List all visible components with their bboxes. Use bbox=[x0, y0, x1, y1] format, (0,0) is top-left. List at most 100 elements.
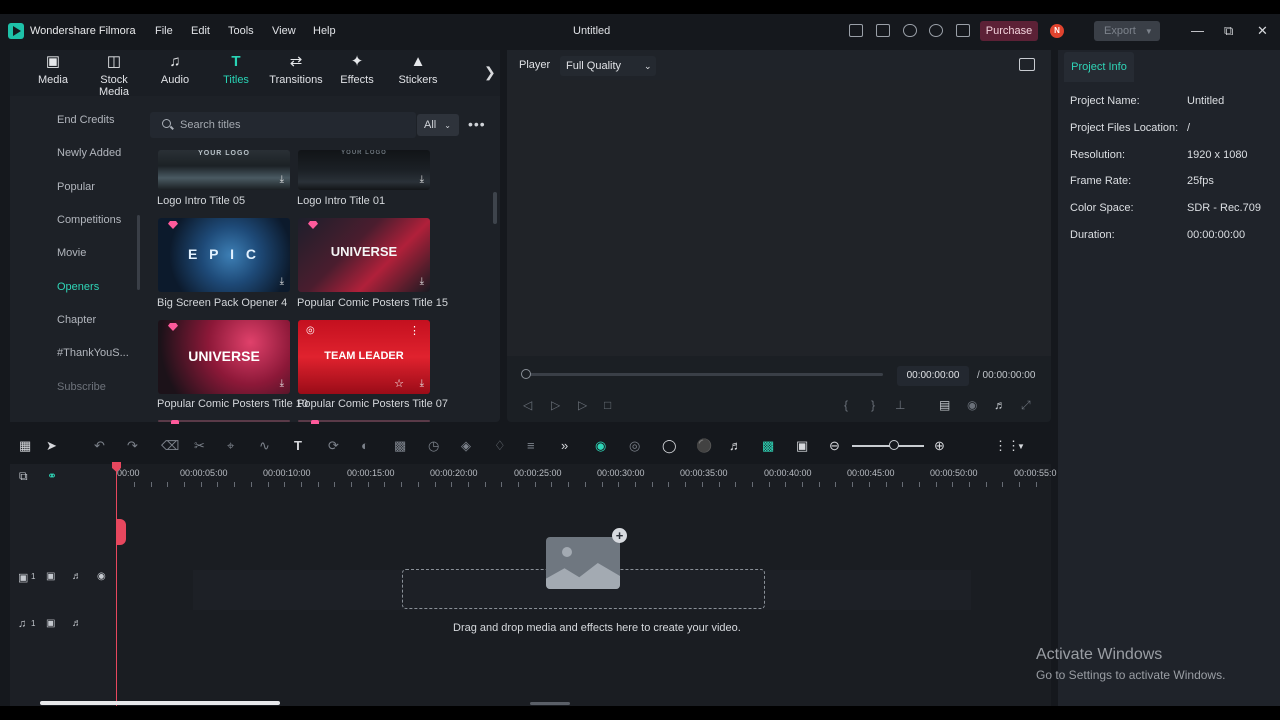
rotate-icon[interactable]: ⟳ bbox=[328, 438, 339, 454]
mute-icon[interactable]: ♬ bbox=[72, 571, 82, 582]
redo-icon[interactable]: ↷ bbox=[127, 438, 138, 454]
download-icon[interactable]: ⤓ bbox=[420, 174, 424, 185]
link-icon[interactable]: ⚭ bbox=[47, 469, 57, 483]
headset-icon[interactable] bbox=[929, 24, 943, 37]
menu-edit[interactable]: Edit bbox=[191, 25, 210, 37]
minimize-icon[interactable]: — bbox=[1191, 23, 1204, 38]
menu-tools[interactable]: Tools bbox=[228, 25, 254, 37]
download-icon[interactable]: ⤓ bbox=[280, 174, 284, 185]
next-frame-icon[interactable]: ▷ bbox=[551, 398, 560, 412]
clip-marker-icon[interactable]: ⊥ bbox=[895, 398, 905, 412]
crop-icon[interactable]: ⌖ bbox=[227, 438, 234, 454]
sidebar-item-end-credits[interactable]: End Credits bbox=[57, 114, 114, 126]
search-input[interactable] bbox=[180, 116, 380, 134]
download-icon[interactable]: ⤓ bbox=[280, 276, 284, 287]
keyframe-icon[interactable]: ◈ bbox=[461, 438, 471, 454]
progress-knob[interactable] bbox=[521, 369, 531, 379]
title-thumb-comic-posters-07[interactable]: ◎ ⋮ TEAM LEADER ☆ ⤓ bbox=[298, 320, 430, 394]
cloud-upload-icon[interactable] bbox=[903, 24, 917, 37]
color-icon[interactable]: ◐ bbox=[361, 438, 369, 453]
delete-icon[interactable]: ⌫ bbox=[161, 438, 179, 454]
ai-tool-icon[interactable]: ◉ bbox=[595, 438, 606, 454]
sidebar-item-openers[interactable]: Openers bbox=[57, 281, 99, 293]
sidebar-item-popular[interactable]: Popular bbox=[57, 181, 95, 193]
close-icon[interactable]: ✕ bbox=[1257, 23, 1268, 39]
sidebar-item-chapter[interactable]: Chapter bbox=[57, 314, 96, 326]
sidebar-item-newly-added[interactable]: Newly Added bbox=[57, 147, 121, 159]
microphone-icon[interactable]: ⚫ bbox=[696, 438, 712, 454]
title-thumb-logo-intro-05[interactable]: YOUR LOGO ⤓ bbox=[158, 150, 290, 190]
fullscreen-icon[interactable]: ⤢ bbox=[1021, 398, 1031, 413]
more-tools-icon[interactable]: » bbox=[561, 438, 568, 453]
play-icon[interactable]: ▷ bbox=[578, 398, 587, 412]
music-list-icon[interactable]: ♬ bbox=[729, 438, 742, 453]
sidebar-item-competitions[interactable]: Competitions bbox=[57, 214, 121, 226]
horizontal-scrollbar[interactable] bbox=[40, 701, 280, 705]
audio-adjust-icon[interactable]: ∿ bbox=[259, 438, 270, 454]
export-button[interactable]: Export ▼ bbox=[1094, 21, 1160, 41]
title-thumb-comic-posters-10[interactable]: UNIVERSE ⤓ bbox=[158, 320, 290, 394]
tab-titles[interactable]: T Titles bbox=[206, 54, 266, 86]
add-track-icon[interactable]: ⧉ bbox=[19, 469, 28, 484]
mute-icon[interactable]: ♬ bbox=[72, 618, 82, 629]
zoom-out-icon[interactable]: ⊖ bbox=[829, 438, 840, 454]
title-thumb-logo-intro-01[interactable]: YOUR LOGO ⤓ bbox=[298, 150, 430, 190]
eye-icon[interactable]: ◉ bbox=[97, 571, 106, 582]
save-icon[interactable] bbox=[876, 24, 890, 37]
title-thumb-big-screen-opener-4[interactable]: E P I C ⤓ bbox=[158, 218, 290, 292]
tab-media[interactable]: ▣ Media bbox=[23, 54, 83, 86]
horizontal-scrollbar-thumb[interactable] bbox=[530, 702, 570, 705]
lock-icon[interactable]: ▣ bbox=[46, 618, 55, 629]
stop-icon[interactable]: □ bbox=[604, 398, 611, 412]
more-options-icon[interactable]: ••• bbox=[468, 116, 486, 132]
sidebar-item-movie[interactable]: Movie bbox=[57, 247, 86, 259]
playhead-flag[interactable] bbox=[116, 519, 126, 545]
previous-frame-icon[interactable]: ◁ bbox=[523, 398, 532, 412]
snap-icon[interactable]: ▩ bbox=[762, 438, 774, 454]
plus-icon[interactable]: + bbox=[612, 528, 627, 543]
tab-stickers[interactable]: ▲ Stickers bbox=[388, 54, 448, 86]
adjust-icon[interactable]: ≡ bbox=[527, 438, 535, 453]
lock-icon[interactable]: ▣ bbox=[46, 571, 55, 582]
restore-icon[interactable]: ⧉ bbox=[1224, 23, 1233, 39]
text-tool-icon[interactable]: T bbox=[294, 438, 302, 453]
menu-file[interactable]: File bbox=[155, 25, 173, 37]
filter-select[interactable]: All ⌄ bbox=[417, 114, 459, 136]
menu-help[interactable]: Help bbox=[313, 25, 336, 37]
playback-progress-bar[interactable] bbox=[523, 373, 883, 376]
apps-grid-icon[interactable] bbox=[956, 24, 970, 37]
quality-select[interactable]: Full Quality ⌄ bbox=[560, 56, 656, 76]
more-vertical-icon[interactable]: ⋮ bbox=[409, 324, 420, 337]
tab-effects[interactable]: ✦ Effects bbox=[327, 54, 387, 86]
zoom-slider-knob[interactable] bbox=[889, 440, 899, 450]
playhead[interactable] bbox=[116, 462, 117, 706]
scopes-icon[interactable] bbox=[1019, 58, 1035, 71]
layout-icon[interactable] bbox=[849, 24, 863, 37]
avatar[interactable]: N bbox=[1050, 24, 1064, 38]
menu-view[interactable]: View bbox=[272, 25, 296, 37]
star-icon[interactable]: ☆ bbox=[394, 377, 404, 390]
tab-project-info[interactable]: Project Info bbox=[1064, 52, 1134, 82]
mark-in-icon[interactable]: { bbox=[844, 398, 848, 412]
library-scrollbar[interactable] bbox=[493, 192, 497, 224]
zoom-in-icon[interactable]: ⊕ bbox=[934, 438, 945, 454]
sidebar-item-thank-you[interactable]: #ThankYouS... bbox=[57, 347, 129, 359]
purchase-button[interactable]: Purchase bbox=[980, 21, 1038, 41]
snapshot-icon[interactable]: ◉ bbox=[967, 398, 977, 412]
download-icon[interactable]: ⤓ bbox=[420, 378, 424, 389]
layout-grid-icon[interactable]: ▦ bbox=[19, 438, 31, 454]
tab-transitions[interactable]: ⇄ Transitions bbox=[266, 54, 326, 86]
volume-icon[interactable]: ♬ bbox=[994, 398, 1006, 412]
preview-icon[interactable]: ◎ bbox=[306, 325, 315, 336]
download-icon[interactable]: ⤓ bbox=[280, 378, 284, 389]
select-tool-icon[interactable]: ➤ bbox=[46, 438, 57, 454]
fit-icon[interactable]: ▣ bbox=[796, 438, 808, 454]
render-icon[interactable]: ◎ bbox=[629, 438, 640, 454]
download-icon[interactable]: ⤓ bbox=[420, 276, 424, 287]
sidebar-scrollbar[interactable] bbox=[137, 215, 140, 290]
cut-icon[interactable]: ✂ bbox=[194, 438, 205, 454]
title-thumb-comic-posters-15[interactable]: UNIVERSE ⤓ bbox=[298, 218, 430, 292]
mask-icon[interactable]: ▩ bbox=[394, 438, 406, 454]
green-screen-icon[interactable]: ♢ bbox=[494, 438, 506, 454]
marker-icon[interactable]: ◯ bbox=[662, 438, 677, 454]
